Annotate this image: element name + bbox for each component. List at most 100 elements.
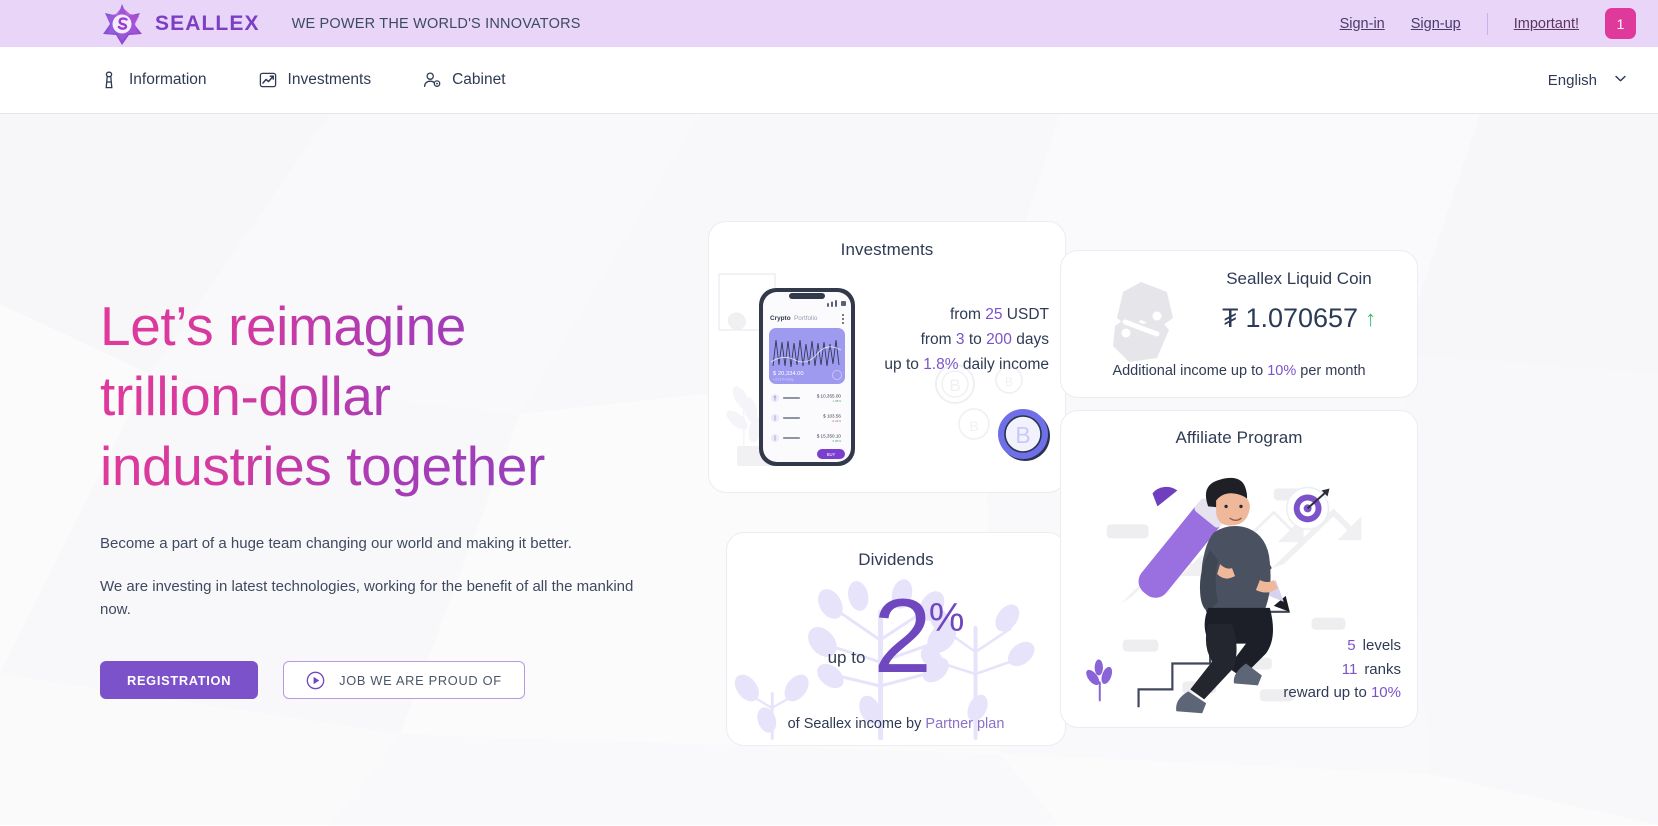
- affiliate-reward-num: 10%: [1370, 683, 1401, 701]
- svg-text:-6.24%: -6.24%: [831, 419, 841, 423]
- chevron-down-icon: [1613, 71, 1628, 90]
- liquid-coin-body: Seallex Liquid Coin ₮ 1.070657 ↑ Addition…: [1061, 251, 1417, 397]
- inv-l2-mid: to: [964, 331, 987, 349]
- language-selector[interactable]: English: [1548, 71, 1636, 90]
- inv-l1-pre: from: [949, 306, 986, 323]
- inv-l2-num2: 200: [986, 331, 1012, 349]
- affiliate-ranks: 11 ranks: [1283, 658, 1401, 681]
- card-affiliate-program[interactable]: Affiliate Program 5 levels 11 ranks rewa…: [1060, 410, 1418, 728]
- brand-logo[interactable]: SEALLEX: [100, 2, 260, 46]
- phone-mockup-illustration: Crypto Portfolio $ 20,334.00 +3.11% toda…: [717, 270, 867, 470]
- job-video-label: JOB WE ARE PROUD OF: [339, 672, 502, 688]
- svg-text:B: B: [1005, 375, 1013, 389]
- coin-note-post: per month: [1296, 363, 1366, 379]
- card-dividends[interactable]: Dividends up to 2 % of Seallex income by…: [726, 532, 1066, 746]
- info-tower-icon: [100, 71, 118, 89]
- top-bar-actions: Sign-in Sign-up Important! 1: [1340, 8, 1658, 39]
- dividends-up-to-label: up to: [827, 648, 866, 667]
- hero-copy: Let’s reimagine trillion-dollar industri…: [100, 292, 640, 700]
- svg-text:B: B: [1015, 422, 1030, 448]
- hero-paragraph-1: Become a part of a huge team changing ou…: [100, 534, 572, 552]
- nav-item-cabinet[interactable]: Cabinet: [423, 71, 506, 89]
- coin-note-num: 10%: [1267, 363, 1297, 379]
- nav-label-information: Information: [129, 71, 207, 88]
- svg-text:$ 103.56: $ 103.56: [823, 414, 841, 419]
- liquid-coin-price: ₮ 1.070657 ↑: [1181, 303, 1417, 334]
- coin-price-value: 1.070657: [1245, 303, 1359, 333]
- notification-badge[interactable]: 1: [1605, 8, 1636, 39]
- affiliate-levels-num: 5: [1347, 637, 1356, 655]
- hero-title-line-3: industries together: [100, 434, 545, 497]
- hero-title-line-2: trillion-dollar: [100, 364, 391, 427]
- top-bar: SEALLEX WE POWER THE WORLD'S INNOVATORS …: [0, 0, 1658, 47]
- svg-text:$ 15,350.10: $ 15,350.10: [817, 434, 842, 439]
- dividends-value: 2: [873, 578, 931, 695]
- affiliate-ranks-label: ranks: [1364, 660, 1401, 678]
- sign-up-link[interactable]: Sign-up: [1411, 16, 1461, 32]
- dividends-footer: of Seallex income by Partner plan: [727, 716, 1065, 732]
- affiliate-levels: 5 levels: [1283, 634, 1401, 657]
- top-bar-divider: [1486, 12, 1488, 35]
- svg-text:Portfolio: Portfolio: [794, 315, 818, 322]
- user-gear-icon: [423, 71, 441, 89]
- svg-text:$ 20,334.00: $ 20,334.00: [773, 371, 804, 377]
- inv-l3-pre: up to: [884, 356, 924, 374]
- affiliate-ranks-num: 11: [1341, 660, 1358, 678]
- registration-button[interactable]: REGISTRATION: [100, 661, 259, 700]
- hero-actions: REGISTRATION JOB WE ARE PROUD OF: [100, 661, 640, 700]
- coin-symbol: ₮: [1221, 303, 1239, 333]
- hero-section: Let’s reimagine trillion-dollar industri…: [0, 114, 1658, 825]
- nav-item-investments[interactable]: Investments: [259, 71, 372, 89]
- inv-l1-post: USDT: [1002, 306, 1049, 323]
- svg-text:$ 10,355.00: $ 10,355.00: [817, 394, 842, 399]
- svg-text:BUY: BUY: [827, 452, 836, 457]
- inv-l1-num: 25: [985, 306, 1003, 323]
- brand-name: SEALLEX: [155, 11, 260, 35]
- investments-card-body: Crypto Portfolio $ 20,334.00 +3.11% toda…: [709, 260, 1065, 470]
- affiliate-levels-label: levels: [1362, 637, 1401, 655]
- liquid-coin-content: Seallex Liquid Coin ₮ 1.070657 ↑: [1181, 269, 1417, 334]
- card-title-investments: Investments: [840, 240, 934, 259]
- svg-text:1.98%: 1.98%: [832, 399, 841, 403]
- investments-line-duration: from 3 to 200 days: [884, 327, 1049, 352]
- dividends-footer-text: of Seallex income by: [787, 716, 926, 732]
- page-title: Let’s reimagine trillion-dollar industri…: [100, 292, 640, 502]
- card-title-liquid-coin: Seallex Liquid Coin: [1226, 269, 1372, 288]
- inv-l2-post: days: [1011, 331, 1049, 349]
- trend-up-icon: ↑: [1365, 305, 1377, 331]
- language-label: English: [1547, 71, 1597, 89]
- nav-item-information[interactable]: Information: [100, 71, 207, 89]
- dividends-card-body: up to 2 % of Seallex income by Partner p…: [727, 570, 1065, 740]
- sign-in-link[interactable]: Sign-in: [1340, 16, 1385, 32]
- job-video-button[interactable]: JOB WE ARE PROUD OF: [283, 661, 525, 700]
- coin-note-pre: Additional income up to: [1112, 363, 1268, 379]
- svg-text:Crypto: Crypto: [770, 315, 791, 322]
- important-link[interactable]: Important!: [1514, 16, 1579, 32]
- nav-label-cabinet: Cabinet: [452, 71, 506, 88]
- svg-text:B: B: [969, 418, 978, 434]
- liquid-coin-note: Additional income up to 10% per month: [1061, 363, 1417, 379]
- hero-title-line-1: Let’s reimagine: [100, 295, 466, 357]
- chart-line-icon: [259, 71, 277, 89]
- feature-cards: Investments Crypto Portfolio $ 20,334.00…: [708, 114, 1448, 825]
- card-title-dividends: Dividends: [858, 550, 934, 569]
- seallex-logo-icon: [100, 2, 144, 46]
- inv-l2-num1: 3: [955, 331, 965, 349]
- svg-text:5.86%: 5.86%: [832, 439, 841, 443]
- bitcoin-coins-illustration: B B B B: [927, 362, 1057, 472]
- play-circle-icon: [306, 671, 325, 690]
- svg-text:B: B: [949, 376, 960, 395]
- main-navigation: Information Investments Cabinet English: [0, 47, 1658, 114]
- affiliate-reward-pre: reward up to: [1283, 683, 1371, 701]
- nav-label-investments: Investments: [287, 71, 372, 88]
- brand-tagline: WE POWER THE WORLD'S INNOVATORS: [291, 15, 581, 32]
- card-liquid-coin[interactable]: Seallex Liquid Coin ₮ 1.070657 ↑ Addition…: [1060, 250, 1418, 398]
- investments-line-min: from 25 USDT: [884, 302, 1049, 327]
- partner-plan-link[interactable]: Partner plan: [925, 716, 1004, 732]
- card-investments[interactable]: Investments Crypto Portfolio $ 20,334.00…: [708, 221, 1066, 493]
- dividends-rate: up to 2 %: [727, 578, 1065, 695]
- inv-l2-pre: from: [920, 331, 956, 349]
- dividends-percent-sign: %: [928, 596, 965, 640]
- affiliate-reward: reward up to 10%: [1283, 681, 1401, 704]
- seallex-coin-watermark-icon: [1095, 276, 1187, 368]
